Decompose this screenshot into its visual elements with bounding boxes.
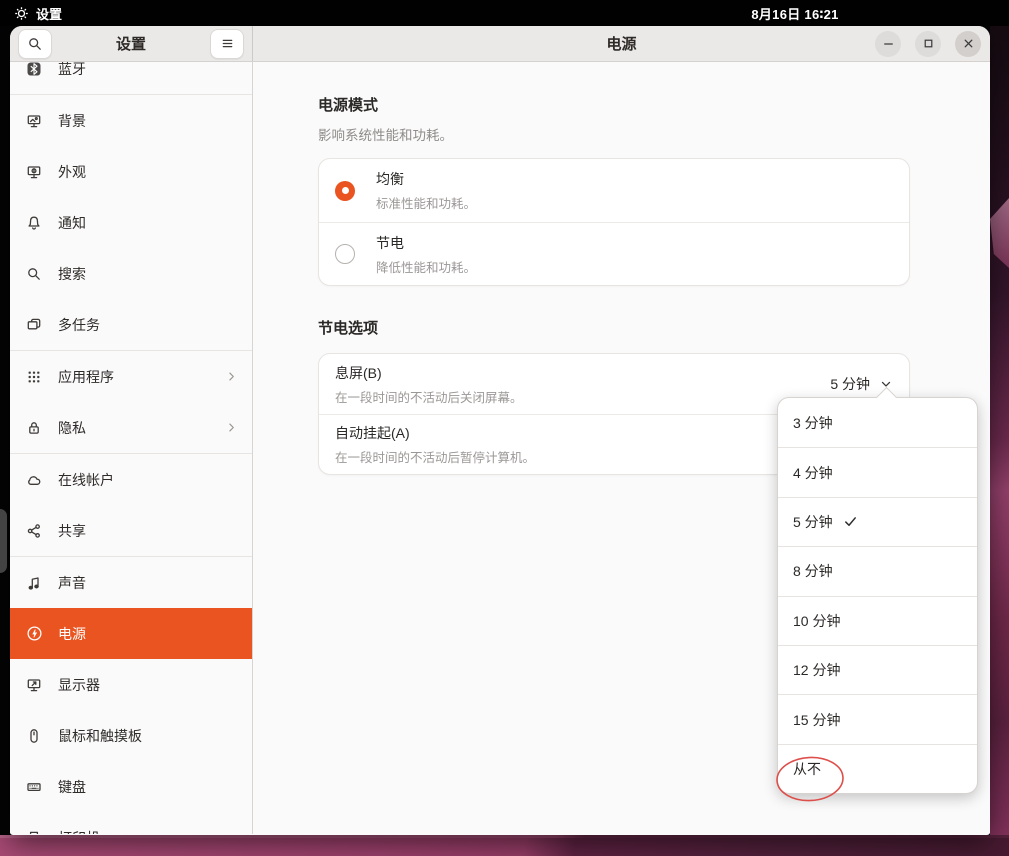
dropdown-option-8分钟[interactable]: 8 分钟 — [778, 546, 977, 595]
top-bar-clock[interactable]: 8月16日 16∶21 — [751, 0, 838, 26]
apps-grid-icon — [26, 369, 43, 385]
sidebar-item-bluetooth[interactable]: 蓝牙 — [10, 62, 252, 94]
sidebar-item-power[interactable]: 电源 — [10, 608, 252, 659]
appearance-icon — [26, 164, 43, 180]
duration-dropdown-popover: 3 分钟4 分钟5 分钟8 分钟10 分钟12 分钟15 分钟从不 — [777, 397, 978, 794]
screen-edge-handle — [0, 509, 7, 573]
multitasking-icon — [26, 317, 43, 333]
minimize-icon — [881, 36, 896, 51]
sidebar: 蓝牙背景外观通知搜索多任务应用程序隐私在线帐户共享声音电源显示器鼠标和触摸板键盘… — [10, 62, 253, 834]
sidebar-item-keyboard[interactable]: 键盘 — [10, 761, 252, 812]
sidebar-item-multitasking[interactable]: 多任务 — [10, 299, 252, 350]
sidebar-item-displays[interactable]: 显示器 — [10, 659, 252, 710]
sidebar-item-search[interactable]: 搜索 — [10, 248, 252, 299]
search-button[interactable] — [18, 29, 52, 59]
sidebar-item-printers[interactable]: 打印机 — [10, 812, 252, 834]
radio-power-saver[interactable] — [335, 244, 355, 264]
dropdown-option-3分钟[interactable]: 3 分钟 — [778, 398, 977, 447]
dropdown-option-10分钟[interactable]: 10 分钟 — [778, 596, 977, 645]
main-headerbar: 电源 — [253, 26, 990, 61]
search-icon — [26, 266, 43, 282]
sidebar-item-sound[interactable]: 声音 — [10, 557, 252, 608]
bluetooth-icon — [26, 62, 43, 77]
gear-icon — [14, 6, 29, 21]
top-bar-app-indicator[interactable]: 设置 — [14, 0, 62, 26]
maximize-button[interactable] — [915, 31, 941, 57]
check-icon — [843, 514, 858, 529]
wallpaper-right-strip — [990, 26, 1009, 856]
sidebar-item-online-accounts[interactable]: 在线帐户 — [10, 454, 252, 505]
minimize-button[interactable] — [875, 31, 901, 57]
bell-icon — [26, 215, 43, 231]
sidebar-item-privacy[interactable]: 隐私 — [10, 402, 252, 453]
share-icon — [26, 523, 43, 539]
cloud-icon — [26, 472, 43, 488]
lock-icon — [26, 420, 43, 436]
power-mode-option-balanced[interactable]: 均衡 标准性能和功耗。 — [319, 159, 909, 222]
power-icon — [26, 625, 43, 642]
power-mode-card: 均衡 标准性能和功耗。 节电 降低性能和功耗。 — [318, 158, 910, 286]
dropdown-option-15分钟[interactable]: 15 分钟 — [778, 694, 977, 743]
background-icon — [26, 113, 43, 129]
mouse-icon — [26, 728, 43, 744]
sidebar-headerbar: 设置 — [10, 26, 253, 61]
power-mode-option-saver[interactable]: 节电 降低性能和功耗。 — [319, 222, 909, 285]
chevron-right-icon — [225, 370, 238, 383]
printer-icon — [26, 830, 43, 835]
top-bar-app-title: 设置 — [36, 4, 62, 23]
dropdown-option-5分钟[interactable]: 5 分钟 — [778, 497, 977, 546]
sidebar-item-appearance[interactable]: 外观 — [10, 146, 252, 197]
main-menu-button[interactable] — [210, 29, 244, 59]
sidebar-title: 设置 — [116, 33, 146, 54]
dropdown-option-4分钟[interactable]: 4 分钟 — [778, 447, 977, 496]
sidebar-item-notifications[interactable]: 通知 — [10, 197, 252, 248]
wallpaper-bottom-strip — [0, 835, 1009, 856]
display-icon — [26, 677, 43, 693]
sidebar-item-mouse-touchpad[interactable]: 鼠标和触摸板 — [10, 710, 252, 761]
sidebar-item-sharing[interactable]: 共享 — [10, 505, 252, 556]
search-icon — [27, 36, 43, 52]
radio-balanced[interactable] — [335, 181, 355, 201]
dropdown-option-12分钟[interactable]: 12 分钟 — [778, 645, 977, 694]
power-saving-heading: 节电选项 — [318, 317, 910, 338]
page-title: 电源 — [606, 33, 636, 54]
top-bar: 设置 8月16日 16∶21 — [0, 0, 1009, 26]
close-button[interactable] — [955, 31, 981, 57]
headerbar: 设置 电源 — [10, 26, 990, 62]
music-note-icon — [26, 575, 43, 591]
sidebar-item-background[interactable]: 背景 — [10, 95, 252, 146]
power-mode-subtitle: 影响系统性能和功耗。 — [318, 124, 910, 144]
dropdown-option-never[interactable]: 从不 — [778, 744, 977, 793]
keyboard-icon — [26, 779, 43, 795]
close-icon — [961, 36, 976, 51]
hamburger-icon — [220, 36, 235, 51]
window-controls — [875, 31, 981, 57]
chevron-right-icon — [225, 421, 238, 434]
maximize-icon — [921, 36, 936, 51]
power-mode-heading: 电源模式 — [318, 94, 910, 115]
sidebar-item-applications[interactable]: 应用程序 — [10, 351, 252, 402]
